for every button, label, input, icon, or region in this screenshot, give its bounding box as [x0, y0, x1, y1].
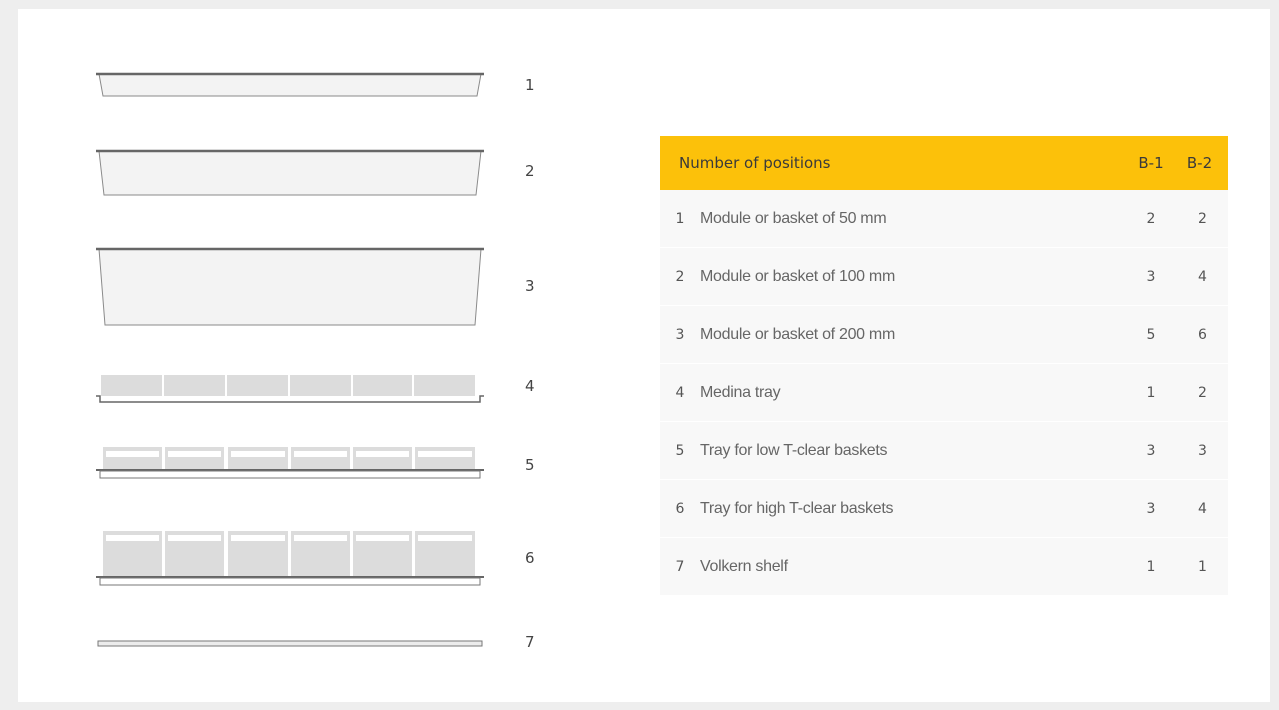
module-200mm-drawing [96, 247, 484, 326]
item-number-3: 3 [525, 277, 535, 295]
row-label: Module or basket of 200 mm [700, 305, 1125, 364]
medina-tray-drawing [96, 375, 484, 403]
row-b1-value: 1 [1125, 363, 1177, 422]
row-label: Module or basket of 50 mm [700, 190, 1125, 248]
row-b1-value: 3 [1125, 247, 1177, 306]
row-b2-value: 2 [1177, 363, 1228, 422]
row-number: 4 [660, 363, 700, 422]
item-number-4: 4 [525, 377, 535, 395]
table-row: 2 Module or basket of 100 mm 3 4 [660, 247, 1228, 306]
item-number-1: 1 [525, 76, 535, 94]
table-row: 5 Tray for low T-clear baskets 3 3 [660, 421, 1228, 480]
row-label: Module or basket of 100 mm [700, 247, 1125, 306]
row-b1-value: 3 [1125, 479, 1177, 538]
row-label: Medina tray [700, 363, 1125, 422]
header-b1: B-1 [1125, 136, 1177, 190]
table-header-row: Number of positions B-1 B-2 [660, 136, 1228, 190]
high-tclear-tray-drawing [96, 531, 484, 586]
row-b1-value: 5 [1125, 305, 1177, 364]
row-number: 6 [660, 479, 700, 538]
row-b1-value: 2 [1125, 190, 1177, 248]
positions-table: Number of positions B-1 B-2 1 Module or … [660, 136, 1228, 596]
row-b1-value: 3 [1125, 421, 1177, 480]
table-row: 1 Module or basket of 50 mm 2 2 [660, 190, 1228, 248]
row-b2-value: 3 [1177, 421, 1228, 480]
header-label: Number of positions [660, 136, 1125, 190]
table-row: 3 Module or basket of 200 mm 5 6 [660, 305, 1228, 364]
row-label: Tray for high T-clear baskets [700, 479, 1125, 538]
row-label: Volkern shelf [700, 537, 1125, 596]
module-100mm-drawing [96, 149, 484, 196]
row-number: 1 [660, 190, 700, 248]
row-b2-value: 6 [1177, 305, 1228, 364]
item-number-7: 7 [525, 633, 535, 651]
row-number: 7 [660, 537, 700, 596]
table-row: 6 Tray for high T-clear baskets 3 4 [660, 479, 1228, 538]
row-b1-value: 1 [1125, 537, 1177, 596]
row-b2-value: 1 [1177, 537, 1228, 596]
volkern-shelf-drawing [97, 640, 483, 647]
table-row: 4 Medina tray 1 2 [660, 363, 1228, 422]
row-number: 5 [660, 421, 700, 480]
row-b2-value: 4 [1177, 247, 1228, 306]
item-number-6: 6 [525, 549, 535, 567]
table-row: 7 Volkern shelf 1 1 [660, 537, 1228, 596]
item-number-2: 2 [525, 162, 535, 180]
row-b2-value: 4 [1177, 479, 1228, 538]
header-b2: B-2 [1177, 136, 1228, 190]
low-tclear-tray-drawing [96, 447, 484, 479]
row-label: Tray for low T-clear baskets [700, 421, 1125, 480]
module-50mm-drawing [96, 72, 484, 97]
item-number-5: 5 [525, 456, 535, 474]
row-number: 3 [660, 305, 700, 364]
row-b2-value: 2 [1177, 190, 1228, 248]
row-number: 2 [660, 247, 700, 306]
